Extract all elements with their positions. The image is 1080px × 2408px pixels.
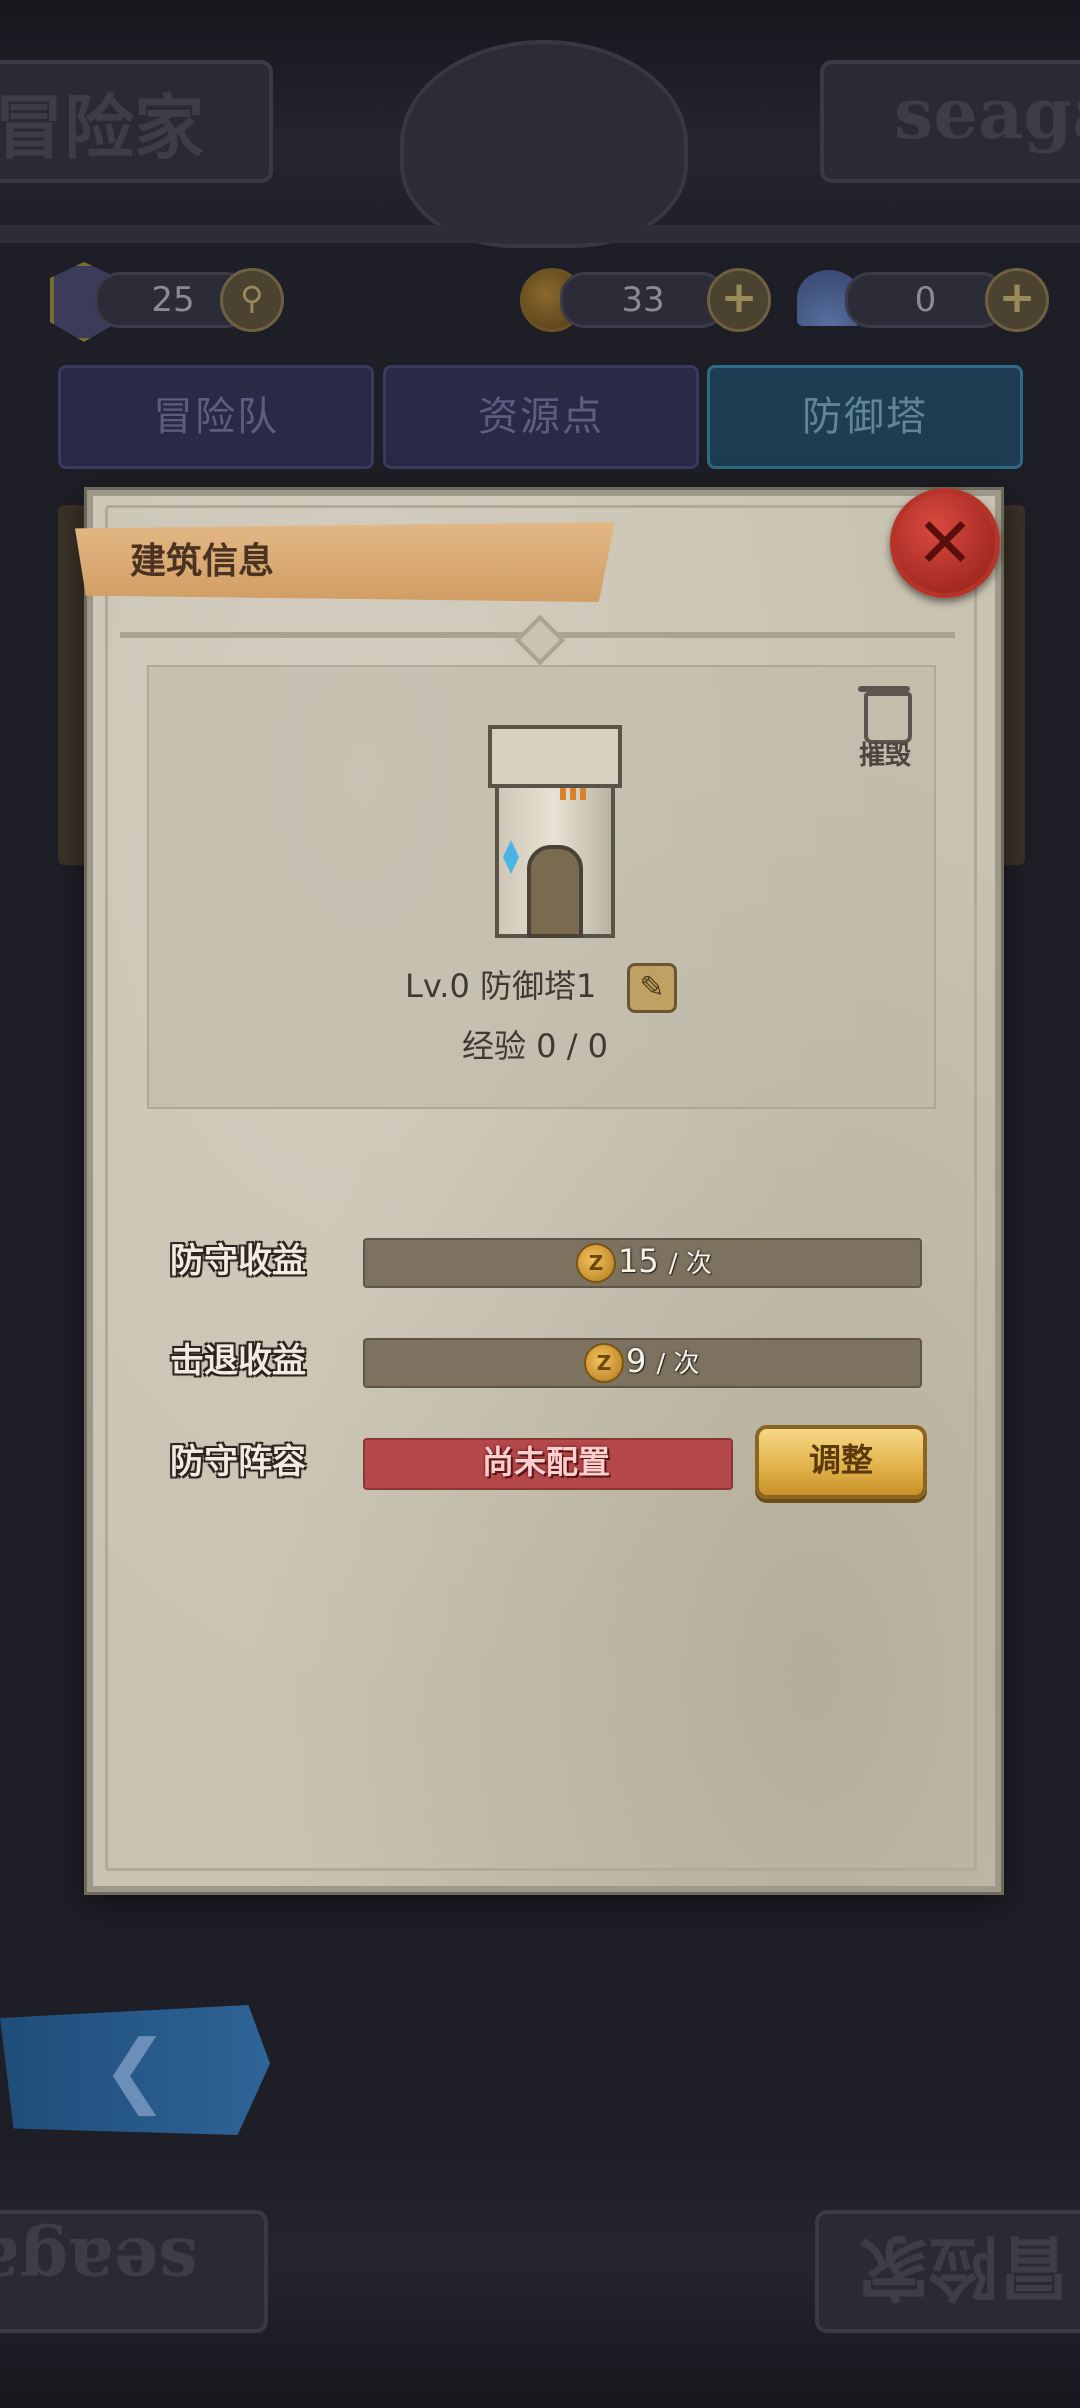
add-coin-button[interactable]: + bbox=[707, 268, 771, 332]
search-icon[interactable]: ⚲ bbox=[220, 268, 284, 332]
bottom-right-banner-text: 冒险家 bbox=[859, 2226, 1069, 2309]
top-right-banner: seaga bbox=[820, 60, 1080, 183]
lineup-status-text: 尚未配置 bbox=[481, 1443, 610, 1481]
top-right-banner-text: seaga bbox=[894, 72, 1080, 155]
tower-windows bbox=[560, 788, 586, 800]
defense-income-value: 15 / 次 bbox=[618, 1242, 712, 1280]
bottom-background: seaga 冒险家 bbox=[0, 2160, 1080, 2408]
close-icon[interactable]: ✕ bbox=[890, 488, 1000, 598]
add-shell-button[interactable]: + bbox=[985, 268, 1049, 332]
back-chevron-icon[interactable]: ❮ bbox=[80, 2025, 190, 2115]
top-stripe bbox=[0, 225, 1080, 243]
tower-door bbox=[527, 845, 583, 938]
bottom-left-banner: seaga bbox=[0, 2210, 268, 2333]
shell-value: 0 bbox=[845, 272, 1006, 328]
coin-icon: Z bbox=[576, 1243, 616, 1283]
repel-income-value: 9 / 次 bbox=[626, 1342, 700, 1380]
repel-income-label: 击退收益 bbox=[170, 1341, 306, 1381]
coin-value: 33 bbox=[560, 272, 726, 328]
bottom-right-banner: 冒险家 bbox=[815, 2210, 1080, 2333]
tab-adventure-team[interactable]: 冒险队 bbox=[58, 365, 374, 469]
defense-income-label: 防守收益 bbox=[170, 1241, 306, 1281]
experience-text: 经验 0 / 0 bbox=[462, 1027, 609, 1065]
top-left-banner: 冒险家 bbox=[0, 60, 273, 183]
building-name: Lv.0 防御塔1 bbox=[405, 967, 597, 1005]
tab-defense-tower[interactable]: 防御塔 bbox=[707, 365, 1023, 469]
tower-top bbox=[488, 725, 622, 788]
bottom-left-banner-text: seaga bbox=[0, 2222, 198, 2305]
dialog-title: 建筑信息 bbox=[130, 541, 275, 582]
top-background: 冒险家 seaga bbox=[0, 0, 1080, 248]
demolish-label[interactable]: 摧毁 bbox=[845, 735, 925, 772]
tab-resource-point[interactable]: 资源点 bbox=[383, 365, 699, 469]
top-emblem bbox=[400, 40, 688, 248]
coin-icon: Z bbox=[584, 1343, 624, 1383]
adjust-button[interactable]: 调整 bbox=[755, 1425, 927, 1499]
defense-lineup-label: 防守阵容 bbox=[170, 1442, 306, 1482]
edit-name-icon[interactable]: ✎ bbox=[627, 963, 677, 1013]
top-left-banner-text: 冒险家 bbox=[0, 86, 204, 169]
